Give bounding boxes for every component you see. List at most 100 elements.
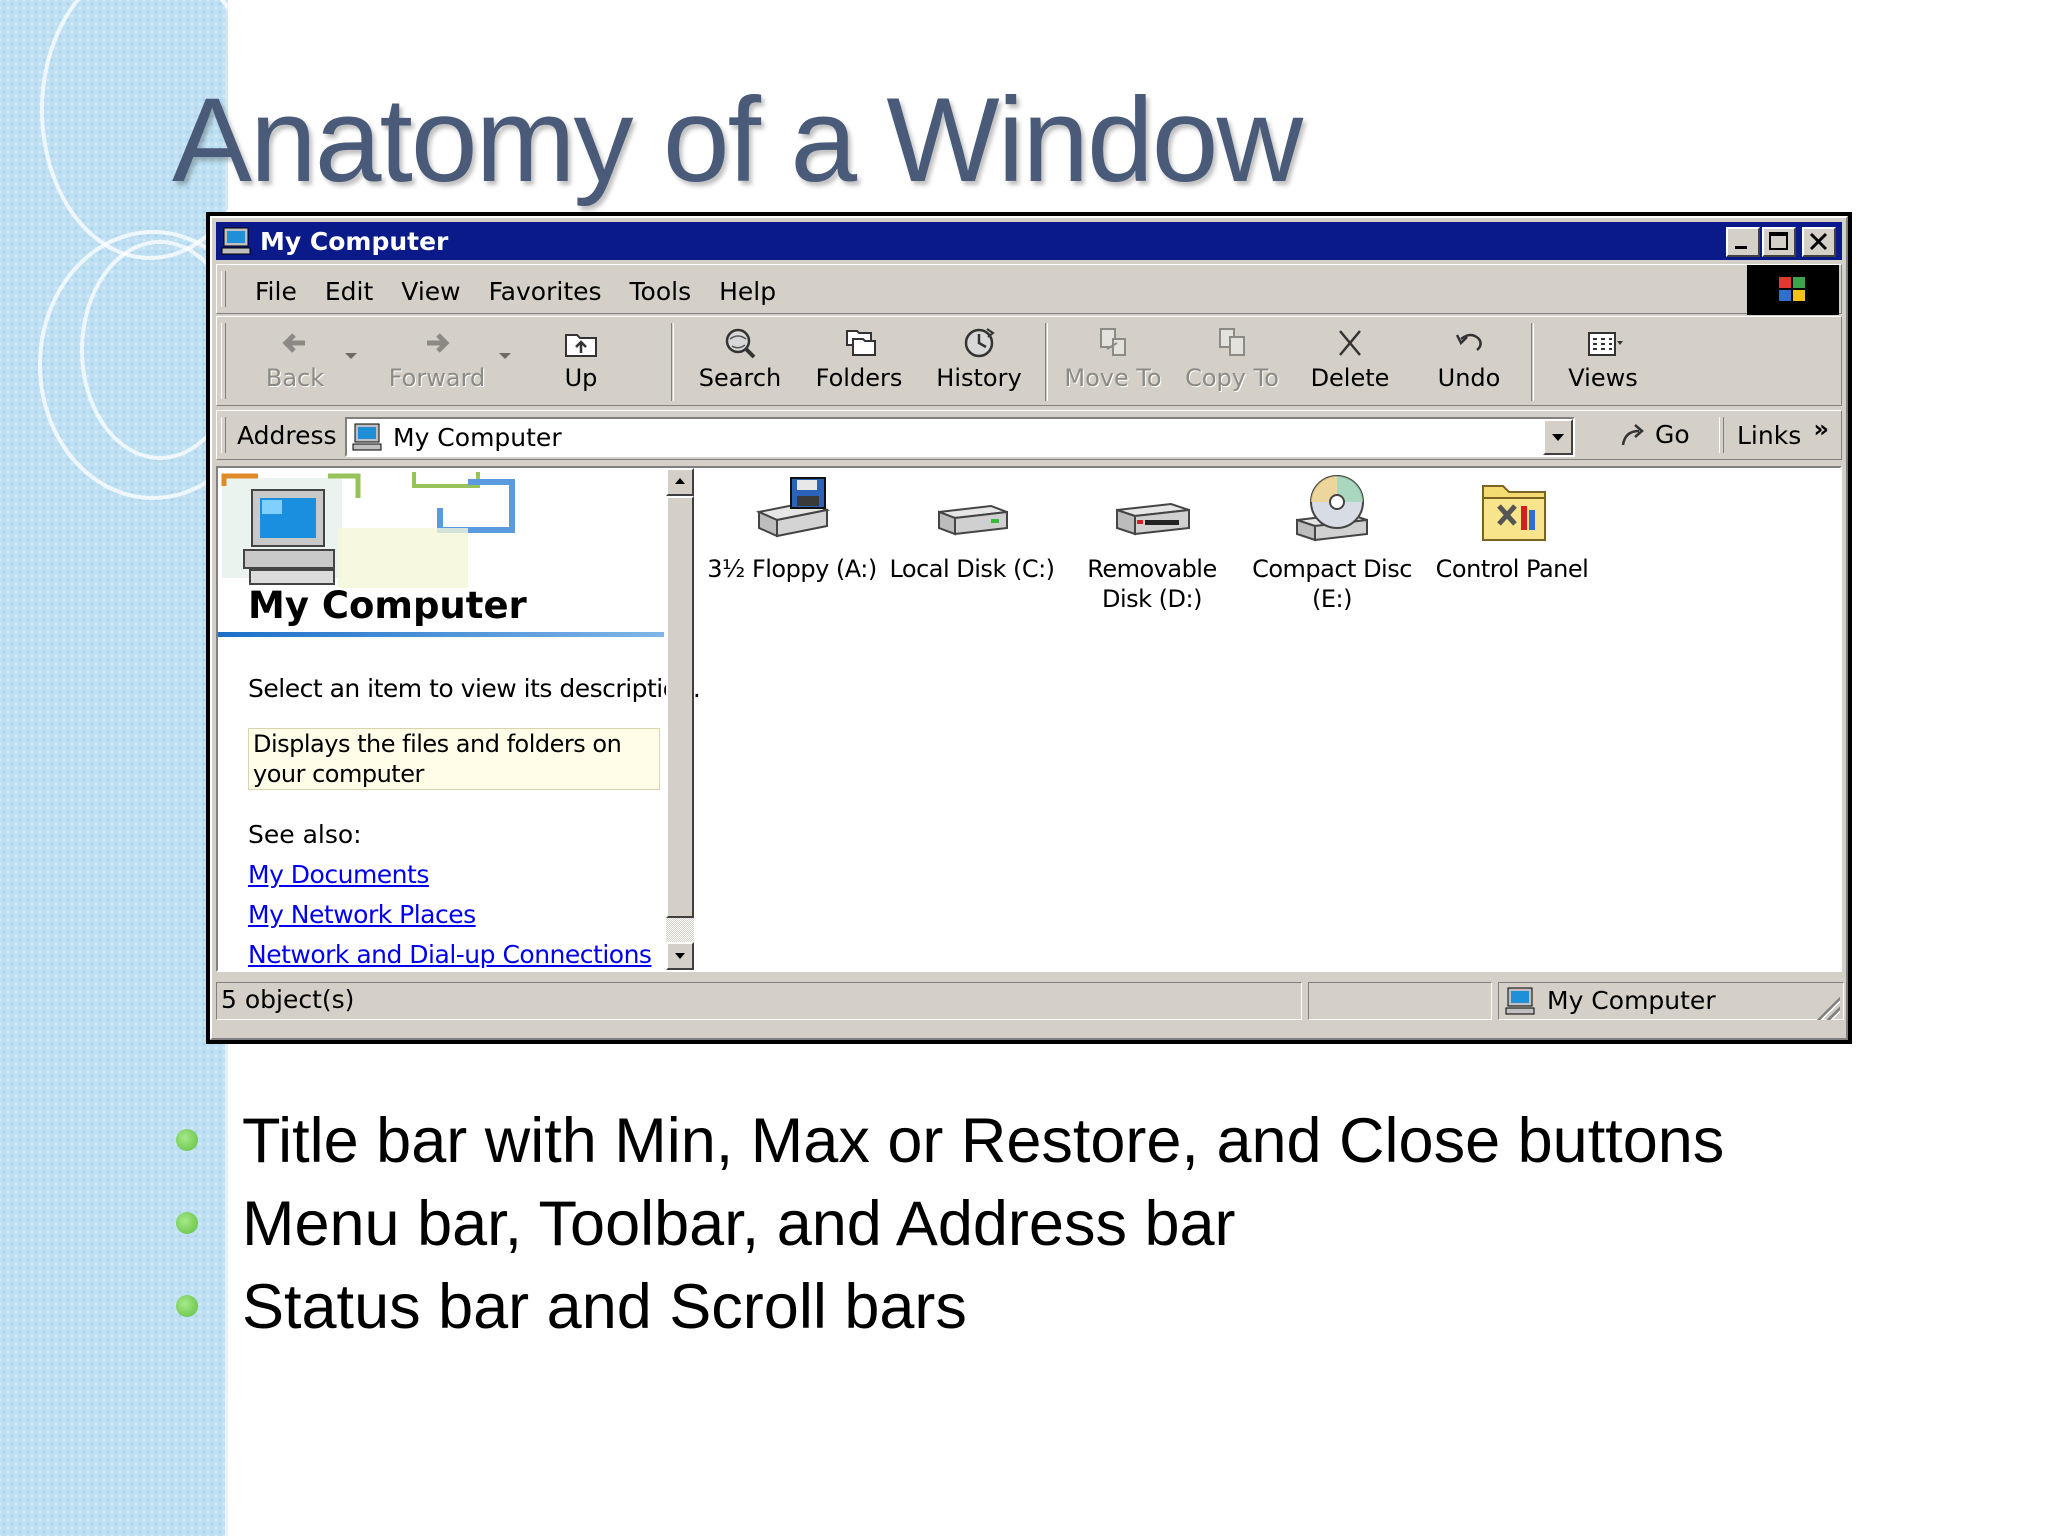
forward-dropdown-icon[interactable] [499,353,511,359]
cd-drive-icon [1296,475,1368,542]
search-button[interactable]: Search [695,323,785,401]
see-also-label: See also: [248,820,362,849]
address-field[interactable]: My Computer [345,417,1575,457]
move-to-label: Move To [1064,364,1162,392]
links-button[interactable]: Links [1737,421,1801,450]
status-empty-panel [1308,982,1492,1020]
item-compact-disc[interactable]: Compact Disc (E:) [1242,472,1422,614]
maximize-button[interactable] [1762,227,1796,257]
link-my-network-places[interactable]: My Network Places [248,900,476,929]
menu-tools[interactable]: Tools [616,275,706,309]
undo-button[interactable]: Undo [1429,323,1509,401]
menu-bar-grip[interactable] [221,271,226,307]
back-dropdown-icon[interactable] [345,353,357,359]
toolbar-separator [1045,323,1048,401]
window-title: My Computer [260,226,449,256]
address-value: My Computer [393,422,562,452]
toolbar-grip[interactable] [221,323,226,399]
menu-help[interactable]: Help [705,275,790,309]
bullet-dot-icon [176,1129,198,1151]
menu-bar: File Edit View Favorites Tools Help [216,264,1842,315]
pane-hint: Select an item to view its description. [248,674,701,703]
up-label: Up [564,364,598,392]
views-label: Views [1568,364,1638,392]
floppy-drive-icon [755,477,831,538]
resize-grip[interactable] [1814,994,1840,1020]
vertical-scrollbar[interactable] [666,468,694,970]
folders-icon [846,330,876,356]
item-label: 3½ Floppy (A:) [707,555,877,583]
scroll-up-button[interactable] [666,468,694,496]
bullet-dot-icon [176,1295,198,1317]
content-area: My Computer Select an item to view its d… [216,466,1842,972]
my-computer-icon [221,227,251,255]
move-to-icon [1100,328,1126,356]
history-label: History [936,364,1022,392]
toolbar-separator [671,323,674,401]
back-arrow-icon [282,333,305,353]
close-icon [1809,232,1828,251]
toolbar: Back Forward Up Search Folders History M… [216,316,1842,406]
views-grid-icon [1588,332,1623,356]
menu-view[interactable]: View [387,275,474,309]
minimize-button[interactable] [1726,227,1760,257]
item-local-disk[interactable]: Local Disk (C:) [882,472,1062,584]
item-label: Local Disk (C:) [889,555,1055,583]
slide-title: Anatomy of a Window [172,73,1303,207]
undo-arrow-icon [1455,333,1482,351]
hard-disk-icon [938,504,1008,536]
links-chevron-icon[interactable]: » [1813,415,1829,443]
bullet-dot-icon [176,1212,198,1234]
item-label: Compact Disc (E:) [1252,555,1412,613]
copy-to-label: Copy To [1185,364,1279,392]
copy-to-button[interactable]: Copy To [1179,323,1285,401]
links-grip[interactable] [1719,417,1724,453]
toolbar-separator [1531,323,1534,401]
folders-label: Folders [815,364,903,392]
folder-up-icon [565,334,597,357]
address-dropdown-button[interactable] [1543,419,1573,455]
search-label: Search [698,364,782,392]
up-button[interactable]: Up [553,323,609,401]
link-network-dialup-connections[interactable]: Network and Dial-up Connections [248,940,652,969]
link-my-documents[interactable]: My Documents [248,860,429,889]
my-computer-icon [352,423,382,451]
history-button[interactable]: History [929,323,1029,401]
address-bar-grip[interactable] [221,417,226,453]
menu-file[interactable]: File [241,275,311,309]
folders-button[interactable]: Folders [807,323,911,401]
item-floppy-drive[interactable]: 3½ Floppy (A:) [702,472,882,584]
delete-button[interactable]: Delete [1305,323,1395,401]
menu-favorites[interactable]: Favorites [475,275,616,309]
delete-x-icon [1339,330,1361,356]
scroll-thumb[interactable] [666,496,694,918]
pane-description: Displays the files and folders on your c… [248,728,660,790]
scroll-down-button[interactable] [666,942,694,970]
my-computer-icon [1505,987,1535,1015]
go-button[interactable]: Go [1617,419,1690,449]
item-control-panel[interactable]: Control Panel [1422,472,1602,584]
window-frame: My Computer File Edit View Favorites Too… [210,216,1848,1040]
address-label: Address [237,421,337,450]
views-button[interactable]: Views [1555,323,1651,401]
close-button[interactable] [1802,227,1836,257]
info-pane: My Computer Select an item to view its d… [218,468,701,970]
item-removable-disk[interactable]: Removable Disk (D:) [1062,472,1242,614]
maximize-icon [1769,232,1788,250]
forward-button[interactable]: Forward [385,323,489,401]
copy-to-icon [1219,328,1245,356]
status-location-panel: My Computer [1498,982,1844,1020]
status-bar: 5 object(s) My Computer [216,978,1844,1022]
menu-edit[interactable]: Edit [311,275,387,309]
title-bar[interactable]: My Computer [216,222,1842,260]
address-bar: Address My Computer Go Links » [216,410,1842,460]
status-object-count: 5 object(s) [216,982,1302,1020]
my-computer-banner-icon [218,468,666,598]
bullet-text: Status bar and Scroll bars [242,1272,967,1342]
go-arrow-icon [1621,424,1644,446]
back-button[interactable]: Back [257,323,333,401]
item-label: Removable Disk (D:) [1087,555,1217,613]
history-clock-icon [964,328,995,358]
move-to-button[interactable]: Move To [1059,323,1167,401]
undo-label: Undo [1437,364,1501,392]
